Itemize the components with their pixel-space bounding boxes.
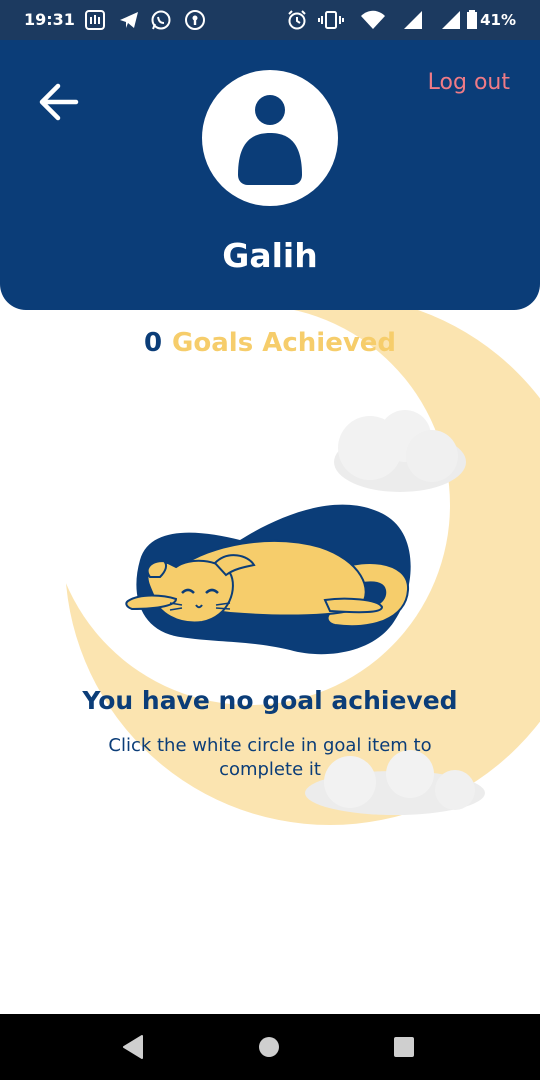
nav-recents-button[interactable]: [364, 1014, 444, 1080]
recents-square-icon: [394, 1037, 414, 1057]
arrow-left-icon: [39, 83, 79, 121]
system-navigation-bar: [0, 1014, 540, 1080]
home-circle-icon: [259, 1037, 279, 1057]
empty-state-subtitle: Click the white circle in goal item to c…: [108, 735, 432, 780]
nav-back-button[interactable]: [92, 1014, 172, 1080]
goals-summary: 0 Goals Achieved: [0, 328, 540, 358]
profile-header: Log out Galih: [0, 40, 540, 310]
goals-count: 0: [143, 328, 163, 358]
back-button[interactable]: [36, 80, 84, 124]
sleeping-cat-illustration: [125, 504, 411, 655]
empty-state-title: You have no goal achieved: [82, 686, 458, 715]
back-triangle-icon: [123, 1035, 143, 1059]
logout-button[interactable]: Log out: [428, 70, 510, 95]
nav-home-button[interactable]: [229, 1014, 309, 1080]
user-icon: [238, 95, 302, 185]
goals-label: Goals Achieved: [172, 328, 397, 358]
user-name: Galih: [222, 236, 318, 275]
avatar: [202, 70, 338, 206]
